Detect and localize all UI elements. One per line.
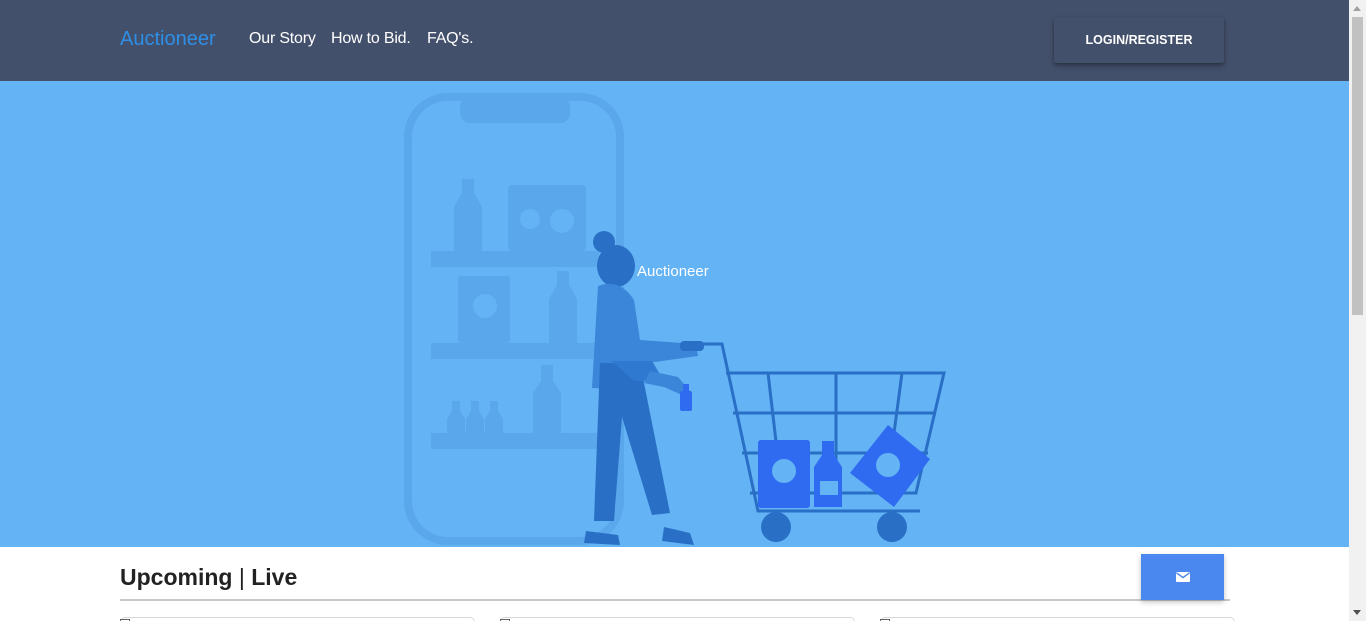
auction-card[interactable] xyxy=(120,617,475,621)
scroll-thumb[interactable] xyxy=(1352,17,1363,315)
hero-banner: Auctioneer xyxy=(0,81,1349,547)
section-title: Upcoming | Live xyxy=(120,564,297,591)
section-divider xyxy=(120,599,1230,601)
nav-faqs[interactable]: FAQ's. xyxy=(427,30,474,48)
title-separator: | xyxy=(238,564,245,590)
contact-mail-button[interactable] xyxy=(1141,554,1224,600)
upcoming-tab[interactable]: Upcoming xyxy=(120,564,232,590)
hero-caption: Auctioneer xyxy=(637,263,709,280)
login-register-button[interactable]: LOGIN/REGISTER xyxy=(1054,17,1224,63)
auction-card[interactable] xyxy=(500,617,855,621)
shopping-illustration xyxy=(404,93,946,545)
navbar: Auctioneer Our Story How to Bid. FAQ's. … xyxy=(0,0,1349,81)
scroll-down-arrow-icon[interactable] xyxy=(1353,610,1361,615)
nav-how-to-bid[interactable]: How to Bid. xyxy=(331,30,411,48)
scroll-up-arrow-icon[interactable] xyxy=(1353,6,1361,11)
page-scrollbar[interactable] xyxy=(1349,0,1366,621)
live-tab[interactable]: Live xyxy=(251,564,297,590)
brand-logo[interactable]: Auctioneer xyxy=(120,28,216,51)
auction-card[interactable] xyxy=(880,617,1235,621)
nav-our-story[interactable]: Our Story xyxy=(249,30,316,48)
envelope-icon xyxy=(1175,572,1190,582)
